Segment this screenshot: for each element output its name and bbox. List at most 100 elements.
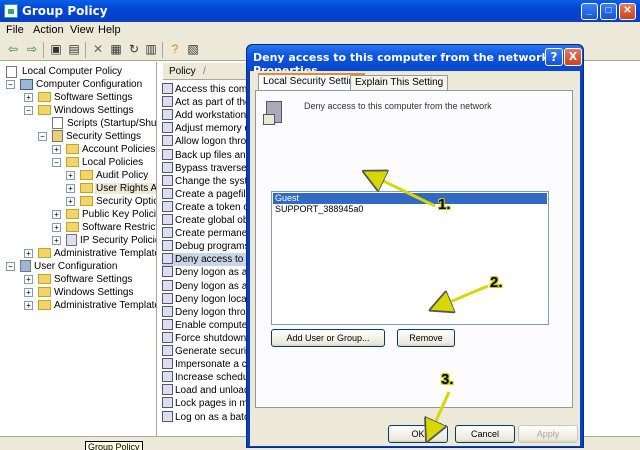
apply-button[interactable]: Apply — [518, 425, 578, 443]
list-item[interactable]: Generate security — [162, 345, 252, 358]
list-item[interactable]: Create permanent — [162, 227, 252, 240]
expand-icon[interactable]: + — [52, 210, 61, 219]
policy-item-icon — [162, 358, 173, 370]
tree-item-audit-policy[interactable]: + Audit Policy — [64, 169, 148, 182]
list-item[interactable]: Create global obje — [162, 214, 252, 227]
list-item[interactable]: Log on as a batch — [162, 410, 252, 424]
expand-icon[interactable]: + — [52, 236, 61, 245]
tree-item-software-settings[interactable]: + Software Settings — [22, 91, 132, 104]
collapse-icon[interactable]: − — [6, 262, 15, 271]
help-button[interactable]: ? — [545, 48, 563, 66]
computer-network-icon — [263, 101, 282, 125]
list-item[interactable]: Back up files and d — [162, 148, 252, 162]
list-item[interactable]: Access this compu — [162, 83, 252, 96]
collapse-icon[interactable]: − — [52, 158, 61, 167]
menu-help[interactable]: Help — [98, 24, 121, 36]
remove-button[interactable]: Remove — [397, 329, 455, 347]
accounts-listbox[interactable]: Guest SUPPORT_388945a0 — [271, 191, 549, 325]
expand-icon[interactable]: + — [52, 223, 61, 232]
properties-icon[interactable]: ▦ — [108, 42, 124, 57]
collapse-icon[interactable]: − — [38, 132, 47, 141]
menu-action[interactable]: Action — [33, 24, 64, 36]
tab-explain-this-setting[interactable]: Explain This Setting — [350, 75, 449, 91]
forward-icon[interactable]: ⇨ — [24, 42, 40, 57]
folder-icon — [38, 92, 51, 102]
tree-item-windows-settings[interactable]: − Windows Settings — [22, 104, 133, 117]
tree-item-security-options[interactable]: +Security Option — [64, 195, 156, 208]
back-icon[interactable]: ⇦ — [5, 42, 21, 57]
list-item[interactable]: Change the systen — [162, 174, 252, 188]
list-item[interactable]: Bypass traverse c — [162, 161, 252, 175]
tree-item-ip-security-policies[interactable]: + IP Security Policies — [50, 234, 156, 247]
show-pane-icon[interactable]: ▧ — [185, 42, 201, 57]
policy-item-icon — [162, 305, 173, 317]
tree-item-public-key-policies[interactable]: +Public Key Policies — [50, 208, 156, 221]
menu-view[interactable]: View — [70, 24, 94, 36]
collapse-icon[interactable]: − — [6, 80, 15, 89]
show-tree-icon[interactable]: ▤ — [66, 42, 82, 57]
list-item[interactable]: Guest — [273, 193, 547, 204]
annotation-step-2: 2. — [490, 274, 503, 291]
cancel-button[interactable]: Cancel — [455, 425, 515, 443]
list-item[interactable]: Deny logon locally — [162, 292, 252, 306]
list-item[interactable]: Load and unload d — [162, 384, 252, 397]
main-title-bar: Group Policy _ □ ✕ — [0, 0, 640, 22]
tree-item-account-policies[interactable]: + Account Policies — [50, 143, 155, 156]
dialog-body: Local Security Setting Explain This Sett… — [250, 71, 580, 446]
tab-local-security-setting[interactable]: Local Security Setting — [258, 73, 365, 91]
taskbar-tooltip: Group Policy — [85, 441, 143, 450]
list-item[interactable]: Deny logon as a s — [162, 279, 252, 293]
expand-icon[interactable]: + — [66, 171, 75, 180]
refresh-icon[interactable]: ↻ — [126, 42, 142, 57]
tree-item-scripts[interactable]: Scripts (Startup/Shutdc — [52, 117, 156, 130]
tree-item-administrative-templates[interactable]: + Administrative Templates — [22, 247, 156, 260]
list-item[interactable]: Debug programs — [162, 240, 249, 253]
list-item[interactable]: Create a token ob — [162, 200, 252, 214]
export-list-icon[interactable]: ▥ — [143, 42, 159, 57]
tree-item-local-policies[interactable]: − Local Policies — [50, 156, 143, 169]
expand-icon[interactable]: + — [52, 145, 61, 154]
help-icon[interactable]: ? — [167, 42, 183, 57]
dialog-title-bar[interactable]: Deny access to this computer from the ne… — [247, 45, 583, 77]
expand-icon[interactable]: + — [24, 275, 33, 284]
list-item[interactable]: Create a pagefile — [162, 187, 251, 201]
tree-item-user-rights[interactable]: + User Rights As — [64, 182, 156, 195]
list-item[interactable]: Add workstations t — [162, 109, 252, 122]
list-item[interactable]: Enable computer a — [162, 318, 252, 332]
ok-button[interactable]: OK — [388, 425, 448, 443]
list-item[interactable]: Deny logon as a b — [162, 266, 252, 279]
add-user-or-group-button[interactable]: Add User or Group... — [271, 329, 385, 347]
expand-icon[interactable]: + — [66, 184, 75, 193]
tree-item-user-windows-settings[interactable]: + Windows Settings — [22, 286, 133, 299]
tree-item-user-software-settings[interactable]: + Software Settings — [22, 273, 132, 286]
minimize-button[interactable]: _ — [581, 3, 598, 20]
list-item[interactable]: Force shutdown fr — [162, 331, 252, 345]
maximize-button[interactable]: □ — [600, 3, 617, 20]
close-button[interactable]: ✕ — [619, 3, 636, 20]
tree-item-security-settings[interactable]: − Security Settings — [36, 130, 141, 143]
tree-item-computer-configuration[interactable]: − Computer Configuration — [4, 78, 142, 91]
list-item[interactable]: Act as part of the — [162, 96, 251, 109]
list-item[interactable]: Deny access to thi — [162, 253, 252, 267]
expand-icon[interactable]: + — [66, 197, 75, 206]
list-item[interactable]: Adjust memory qu — [162, 122, 252, 135]
list-item[interactable]: Allow logon throug — [162, 135, 252, 148]
expand-icon[interactable]: + — [24, 301, 33, 310]
dialog-close-button[interactable]: X — [564, 48, 582, 66]
expand-icon[interactable]: + — [24, 93, 33, 102]
tree-root[interactable]: Local Computer Policy — [6, 65, 122, 78]
tree-item-user-administrative-templates[interactable]: + Administrative Templates — [22, 299, 156, 312]
up-folder-icon[interactable]: ▣ — [48, 42, 64, 57]
list-item[interactable]: SUPPORT_388945a0 — [273, 204, 547, 215]
list-item[interactable]: Increase schedulin — [162, 371, 252, 384]
delete-icon[interactable]: ✕ — [90, 42, 106, 57]
list-item[interactable]: Impersonate a clie — [162, 358, 252, 371]
expand-icon[interactable]: + — [24, 249, 33, 258]
tree-item-user-configuration[interactable]: − User Configuration — [4, 260, 117, 273]
menu-file[interactable]: File — [6, 24, 24, 36]
list-item[interactable]: Deny logon throug — [162, 305, 252, 319]
collapse-icon[interactable]: − — [24, 106, 33, 115]
tree-item-software-restriction[interactable]: +Software Restrictic — [50, 221, 156, 234]
expand-icon[interactable]: + — [24, 288, 33, 297]
list-item[interactable]: Lock pages in mem — [162, 397, 252, 410]
